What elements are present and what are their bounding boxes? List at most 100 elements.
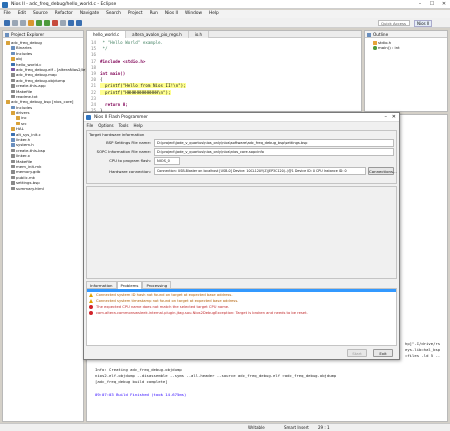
dialog-menu-tools[interactable]: Tools — [116, 122, 131, 129]
menu-project[interactable]: Project — [124, 10, 146, 18]
outline-item-main[interactable]: main() : int — [373, 45, 447, 50]
tree-node-icon — [11, 57, 15, 61]
menu-file[interactable]: File — [0, 10, 14, 18]
outline-icon — [367, 32, 371, 37]
bsp-settings-field[interactable]: D:\project\jade_v_quartus\nios_only\nios… — [154, 139, 394, 147]
tree-node-icon — [6, 41, 10, 45]
tab-io[interactable]: io.h — [188, 30, 210, 38]
tree-item-label: adc_freq_debug_bsp [nios_core] — [11, 99, 74, 105]
forward-icon[interactable] — [76, 19, 82, 26]
tree-node-icon — [11, 127, 15, 131]
tree-item-label: HAL — [16, 126, 24, 132]
tree-node-icon — [11, 67, 15, 72]
tree-node-icon — [11, 148, 15, 153]
menu-window[interactable]: Window — [182, 10, 206, 18]
maximize-button[interactable]: ☐ — [426, 1, 438, 8]
editor-panel: hello_world.c altera_avalon_pio_regs.h i… — [86, 30, 362, 114]
tree-item-label: drivers — [16, 110, 30, 116]
quick-access-input[interactable]: Quick Access — [378, 20, 410, 26]
run-icon[interactable] — [44, 19, 50, 26]
console-line: 09:07:03 Build Finished (took 14.675ms) — [95, 391, 187, 397]
connections-button[interactable]: Connections... — [368, 167, 397, 175]
menu-bar: File Edit Source Refactor Navigate Searc… — [0, 10, 450, 18]
perspective-nios-button[interactable]: Nios II — [414, 19, 433, 27]
code-area[interactable]: 14 * "Hello World" example. 15 */ 16 17 #… — [87, 38, 361, 114]
tree-item-label: create-this-bsp — [16, 147, 46, 153]
problem-row[interactable]: com.altera.commonswsleek.internal.plugin… — [87, 310, 396, 316]
menu-navigate[interactable]: Navigate — [76, 10, 102, 18]
sopc-info-field[interactable]: D:\project\jade_v_quartus\nios_only\nios… — [154, 148, 394, 156]
dialog-menu-file[interactable]: File — [84, 122, 96, 129]
folder-icon — [5, 32, 9, 37]
bsp-settings-label: BSP Settings File name: — [106, 140, 151, 146]
tab-information[interactable]: Information — [86, 280, 117, 289]
tree-item-label: Includes — [16, 104, 33, 110]
cpu-label: CPU to program flash: — [109, 158, 151, 164]
error-icon — [89, 311, 93, 315]
menu-search[interactable]: Search — [103, 10, 125, 18]
project-explorer-tab[interactable]: Project Explorer — [3, 31, 83, 38]
project-explorer-panel: Project Explorer adc_freq_debug Binaries I… — [2, 30, 87, 422]
menu-run[interactable]: Run — [146, 10, 161, 18]
back-icon[interactable] — [68, 19, 74, 26]
tree-node-icon — [11, 138, 15, 142]
tab-processing[interactable]: Processing — [142, 280, 172, 289]
tree-item-label: Makefile — [16, 88, 33, 94]
tree-node-icon — [11, 154, 15, 158]
dialog-minimize-button[interactable]: – — [385, 113, 388, 122]
tree-item-label: adc_freq_debug.elf - [alteraNios2/le] — [16, 66, 87, 72]
tree-node-icon — [11, 51, 15, 56]
dialog-menu: File Options Tools Help — [84, 122, 399, 129]
title-bar: Nios II - adc_freq_debug/hello_world.c -… — [0, 0, 450, 9]
dialog-close-button[interactable]: ✕ — [392, 113, 396, 122]
tree-node-icon — [11, 186, 15, 191]
tree-item[interactable]: summary.html — [3, 186, 83, 191]
tree-node-icon — [11, 111, 15, 115]
flash-programmer-dialog: Nios II Flash Programmer – ✕ File Option… — [83, 112, 400, 360]
console-right-fragment: hp]"-I/drive/rs eys-lib=hal_bsp =files -… — [405, 341, 441, 359]
tree-item-label: summary.html — [16, 185, 44, 191]
close-button[interactable]: ✕ — [438, 1, 450, 8]
debug-icon[interactable] — [36, 19, 42, 26]
tree-item-label: adc_freq_debug — [11, 40, 42, 45]
tree-node-icon — [11, 89, 15, 94]
outline-tab[interactable]: Outline — [365, 31, 447, 38]
problems-list: Connected system ID hash not found on ta… — [86, 288, 397, 346]
start-button[interactable]: Start — [347, 349, 367, 357]
tab-pio-regs[interactable]: altera_avalon_pio_regs.h — [126, 30, 189, 38]
status-insert-mode: Smart Insert — [284, 425, 309, 430]
search-icon[interactable] — [60, 19, 66, 26]
dialog-menu-help[interactable]: Help — [131, 122, 145, 129]
menu-edit[interactable]: Edit — [14, 10, 29, 18]
dialog-menu-options[interactable]: Options — [96, 122, 116, 129]
print-icon[interactable] — [20, 19, 26, 26]
window-title: Nios II - adc_freq_debug/hello_world.c -… — [11, 2, 117, 7]
menu-source[interactable]: Source — [30, 10, 52, 18]
tree-item-label: Makefile — [16, 158, 33, 164]
minimize-button[interactable]: – — [414, 1, 426, 8]
stop-icon[interactable] — [52, 19, 58, 26]
tree-node-icon — [11, 94, 15, 99]
hw-connection-label: Hardware connection: — [109, 168, 151, 174]
section-title: Target hardware information — [87, 131, 396, 138]
tree-node-icon — [16, 121, 20, 126]
cpu-field[interactable]: NIOS_0 — [154, 157, 180, 165]
tree-item-label: hello_world.c — [16, 61, 42, 67]
error-icon — [89, 305, 93, 309]
tree-item-label: alt_sys_init.c — [16, 131, 41, 137]
hw-connection-field[interactable]: Connection: USB-Blaster on localhost [US… — [154, 167, 366, 175]
menu-refactor[interactable]: Refactor — [51, 10, 76, 18]
new-icon[interactable] — [4, 19, 10, 26]
exit-button[interactable]: Exit — [373, 349, 393, 357]
menu-nios[interactable]: Nios II — [161, 10, 181, 18]
tab-hello-world[interactable]: hello_world.c — [87, 30, 127, 38]
dialog-title-bar: Nios II Flash Programmer – ✕ — [84, 113, 399, 122]
tree-node-icon — [11, 62, 15, 67]
build-icon[interactable] — [28, 19, 34, 26]
save-icon[interactable] — [12, 19, 18, 26]
menu-help[interactable]: Help — [205, 10, 222, 18]
tree-node-icon — [16, 116, 20, 120]
tree-item-label: readme.txt — [16, 93, 38, 99]
tree-item-label: linker.h — [16, 137, 31, 143]
tab-problems[interactable]: Problems — [116, 280, 143, 289]
